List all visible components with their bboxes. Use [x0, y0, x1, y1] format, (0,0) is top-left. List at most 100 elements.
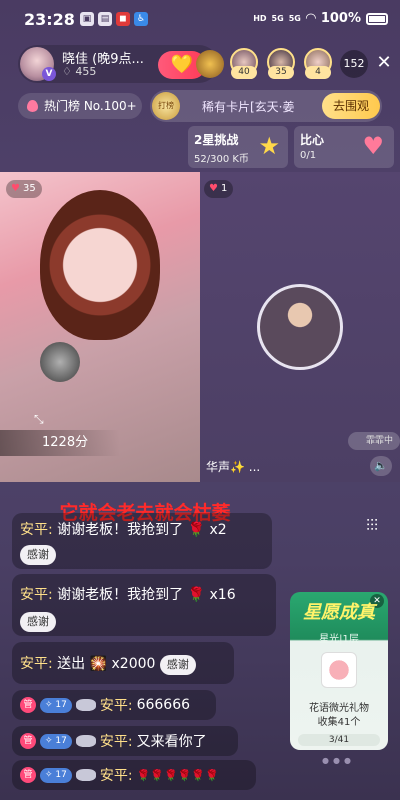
admin-badge: 管 — [20, 697, 36, 713]
star-icon: ★ — [258, 132, 280, 160]
level-value: 17 — [55, 735, 67, 746]
watermark-badge: 霏霏中 — [348, 432, 400, 450]
admin-badge: 管 — [20, 733, 36, 749]
chat-message[interactable]: 安平: 谢谢老板！我抢到了 🌹 x16 感谢 — [12, 574, 276, 636]
status-bar: 23:28 ▣ ▤ ◼ ♿ HD 5G 5G ◠ 100% — [0, 0, 400, 40]
settings-sliders-icon[interactable]: ⫶⫶⫶ — [366, 516, 378, 536]
like-icon: ♢ — [62, 65, 76, 78]
chat-text: 谢谢老板！我抢到了 — [57, 522, 184, 538]
chat-message[interactable]: 管 ✧ 17 安平: 又来看你了 — [12, 726, 238, 756]
host-video-pane[interactable]: ♥ 35 ⤡ 1228分 — [0, 172, 200, 482]
app-icon: ▤ — [98, 12, 112, 26]
chat-user: 安平: — [99, 768, 133, 784]
card-banner-text: 稀有卡片[玄天·姜 — [202, 100, 295, 114]
left-heart-count: 35 — [22, 183, 36, 194]
app-red-icon: ◼ — [116, 12, 130, 26]
level-value: 17 — [55, 769, 67, 780]
level-value: 17 — [55, 699, 67, 710]
promo-gift-info: 花语微光礼物 收集41个 — [290, 702, 388, 730]
battery-icon — [366, 12, 388, 25]
right-heart-counter: ♥ 1 — [204, 180, 234, 198]
chat-count: x16 — [209, 587, 236, 603]
fan-badge-icon — [75, 735, 96, 747]
thanks-button[interactable]: 感谢 — [20, 612, 56, 632]
viewer-level-1: 40 — [231, 66, 257, 79]
guest-video-pane[interactable]: ♥ 1 霏霏中 华声✨ ... 🔈 — [200, 172, 400, 482]
watch-button[interactable]: 去围观 — [322, 93, 380, 119]
hot-rank-button[interactable]: 热门榜 No.100+ — [18, 93, 142, 119]
card-banner-icon: 打榜 — [152, 92, 180, 120]
notification-icon: ▣ — [80, 12, 94, 26]
microphone-image — [40, 342, 80, 382]
level-badge: ✧ 17 — [40, 733, 72, 749]
close-icon[interactable]: ✕ — [374, 52, 394, 73]
network-hd: HD — [253, 14, 267, 23]
verified-badge: V — [42, 67, 56, 81]
battery-level: 100% — [320, 11, 361, 26]
flower-gift-icon — [321, 652, 357, 688]
heart-task[interactable]: 比心 0/1 ♥ — [294, 126, 394, 168]
hot-rank-label: 热门榜 No.100+ — [44, 99, 137, 113]
rose-icon: 🌹 — [187, 522, 206, 538]
heart-gesture-icon: ♥ — [362, 132, 384, 160]
thanks-button[interactable]: 感谢 — [159, 655, 196, 675]
chat-count: x2000 — [111, 656, 156, 672]
chat-text: 谢谢老板！我抢到了 — [57, 587, 184, 603]
chat-message[interactable]: 安平: 谢谢老板！我抢到了 🌹 x2 感谢 — [12, 513, 272, 569]
level-badge: ✧ 17 — [40, 767, 72, 783]
heart-icon: ♥ — [11, 183, 20, 194]
chat-text: 又来看你了 — [136, 734, 207, 750]
promo-title: 星愿成真 — [303, 602, 375, 623]
heart-task-title: 比心 — [300, 133, 325, 147]
chat-user: 安平: — [20, 522, 53, 538]
speaker-icon[interactable]: 🔈 — [370, 456, 392, 476]
viewer-count[interactable]: 152 — [340, 50, 368, 78]
card-banner[interactable]: 打榜 稀有卡片[玄天·姜 去围观 — [150, 90, 382, 122]
host-likes-count: 455 — [75, 65, 97, 78]
clock: 23:28 — [24, 10, 75, 29]
rose-icon: 🌹 — [187, 587, 206, 603]
guest-avatar[interactable] — [257, 284, 343, 370]
chat-count: x2 — [209, 522, 227, 538]
chat-user: 安平: — [99, 698, 133, 714]
chat-user: 安平: — [99, 734, 133, 750]
chat-text: 送出 — [57, 656, 86, 672]
promo-subtitle: 星光|1层 — [319, 634, 359, 645]
admin-badge: 管 — [20, 767, 36, 783]
host-likes: ♢ 455 — [62, 65, 96, 78]
heart-task-progress: 0/1 — [300, 150, 317, 161]
fan-badge-icon — [75, 699, 96, 711]
viewer-level-3: 4 — [305, 66, 331, 79]
watermark-text: 霏霏中 — [366, 436, 394, 446]
wifi-icon: ◠ — [305, 11, 316, 26]
chat-text: 🌹🌹🌹🌹🌹🌹 — [136, 768, 219, 782]
wish-promo-card[interactable]: ✕ 星愿成真 星光|1层 花语微光礼物 收集41个 3/41 — [290, 592, 388, 750]
fan-badge-icon — [75, 769, 96, 781]
flame-icon — [27, 100, 38, 112]
carousel-dots: ●●● — [322, 756, 355, 765]
heart-icon: 💛 — [170, 54, 194, 75]
level-badge: ✧ 17 — [40, 697, 72, 713]
chat-message[interactable]: 管 ✧ 17 安平: 666666 — [12, 690, 216, 720]
star-challenge-progress: 52/300 K币 — [194, 154, 249, 165]
promo-gift-name: 花语微光礼物 — [309, 703, 369, 714]
expand-icon[interactable]: ⤡ — [34, 412, 44, 427]
chat-message[interactable]: 安平: 送出 🎇 x2000 感谢 — [12, 642, 234, 684]
guest-name: 华声✨ ... — [206, 460, 261, 474]
star-challenge-title: 2星挑战 — [194, 133, 239, 147]
thanks-button[interactable]: 感谢 — [20, 545, 56, 565]
gift-badge-icon[interactable] — [196, 50, 224, 78]
host-portrait — [40, 190, 160, 340]
heart-icon: ♥ — [209, 183, 218, 194]
chat-message[interactable]: 管 ✧ 17 安平: 🌹🌹🌹🌹🌹🌹 — [12, 760, 256, 790]
promo-collect: 收集41个 — [317, 717, 361, 728]
network-5g-1: 5G — [271, 14, 284, 23]
right-heart-count: 1 — [220, 183, 228, 194]
score-label: 1228分 — [0, 430, 120, 456]
chat-user: 安平: — [20, 656, 53, 672]
star-challenge[interactable]: 2星挑战 52/300 K币 ★ — [188, 126, 288, 168]
viewer-level-2: 35 — [268, 66, 294, 79]
chat-user: 安平: — [20, 587, 53, 603]
left-heart-counter: ♥ 35 — [6, 180, 42, 198]
chat-text: 666666 — [136, 697, 191, 713]
